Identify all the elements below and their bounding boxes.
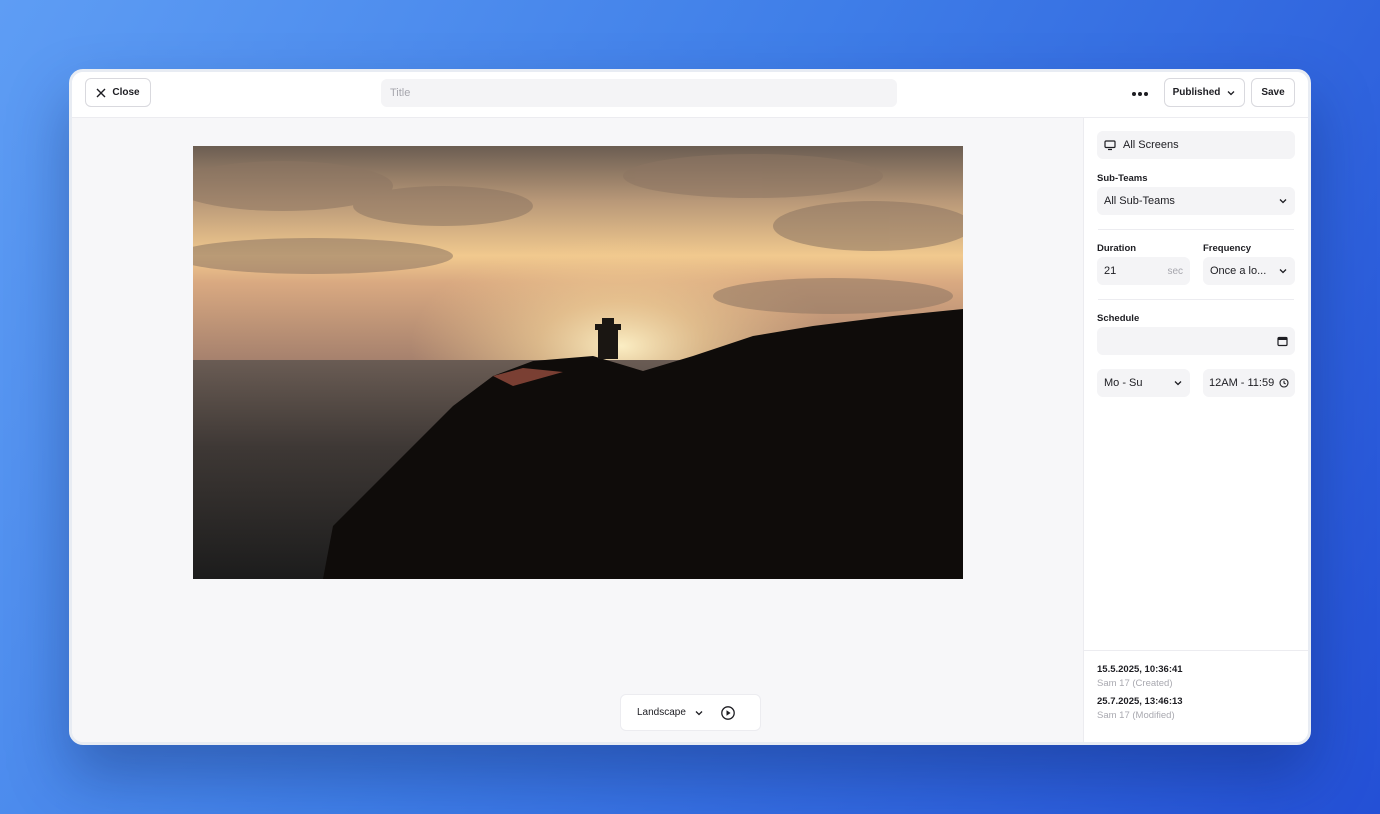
frequency-dropdown[interactable]: Once a lo... [1203, 257, 1295, 285]
screens-label: All Screens [1123, 139, 1179, 151]
frequency-label: Frequency [1203, 243, 1252, 254]
close-icon [96, 88, 106, 97]
duration-unit: sec [1167, 265, 1183, 277]
time-value: 12AM - 11:59 [1209, 377, 1275, 389]
lighthouse-sunset-image [193, 146, 963, 579]
more-options-button[interactable] [1130, 86, 1150, 102]
created-date: 15.5.2025, 10:36:41 [1097, 664, 1183, 675]
duration-input[interactable]: 21 sec [1097, 257, 1190, 285]
subteams-value: All Sub-Teams [1104, 195, 1175, 207]
more-dot-icon [1144, 92, 1148, 96]
schedule-label: Schedule [1097, 313, 1140, 324]
clock-icon [1279, 378, 1289, 388]
more-dot-icon [1138, 92, 1142, 96]
play-icon [721, 705, 735, 720]
subteams-label: Sub-Teams [1097, 173, 1148, 184]
chevron-down-icon [695, 710, 703, 715]
orientation-label: Landscape [637, 707, 686, 718]
chevron-down-icon [1174, 381, 1182, 386]
play-button[interactable] [720, 705, 736, 721]
editor-window: Close Published Save [69, 69, 1311, 745]
orientation-toolbar: Landscape [620, 694, 761, 731]
days-value: Mo - Su [1104, 377, 1143, 389]
preview-canvas: Landscape [72, 118, 1083, 742]
status-dropdown[interactable]: Published [1164, 78, 1245, 107]
duration-label: Duration [1097, 243, 1137, 254]
duration-value: 21 [1104, 265, 1117, 277]
metadata-panel: 15.5.2025, 10:36:41 Sam 17 (Created) 25.… [1084, 650, 1308, 742]
save-label: Save [1261, 87, 1285, 98]
chevron-down-icon [1227, 90, 1235, 95]
media-preview [193, 146, 963, 579]
top-toolbar: Close Published Save [72, 72, 1308, 118]
divider [1098, 229, 1294, 230]
title-input[interactable] [381, 79, 897, 107]
subteams-dropdown[interactable]: All Sub-Teams [1097, 187, 1295, 215]
days-dropdown[interactable]: Mo - Su [1097, 369, 1190, 397]
orientation-dropdown[interactable]: Landscape [637, 707, 704, 718]
modified-date: 25.7.2025, 13:46:13 [1097, 696, 1183, 707]
created-by: Sam 17 (Created) [1097, 678, 1173, 689]
monitor-icon [1104, 140, 1116, 151]
save-button[interactable]: Save [1251, 78, 1295, 107]
schedule-date-input[interactable] [1097, 327, 1295, 355]
screens-selector[interactable]: All Screens [1097, 131, 1295, 159]
time-range-input[interactable]: 12AM - 11:59 [1203, 369, 1295, 397]
more-dot-icon [1132, 92, 1136, 96]
frequency-value: Once a lo... [1210, 265, 1267, 277]
close-button[interactable]: Close [85, 78, 151, 107]
chevron-down-icon [1279, 269, 1287, 274]
settings-sidebar: All Screens Sub-Teams All Sub-Teams Dura… [1083, 118, 1308, 742]
chevron-down-icon [1279, 199, 1287, 204]
modified-by: Sam 17 (Modified) [1097, 710, 1175, 721]
calendar-icon [1277, 336, 1288, 346]
divider [1098, 299, 1294, 300]
status-label: Published [1172, 87, 1221, 98]
close-label: Close [112, 87, 140, 98]
